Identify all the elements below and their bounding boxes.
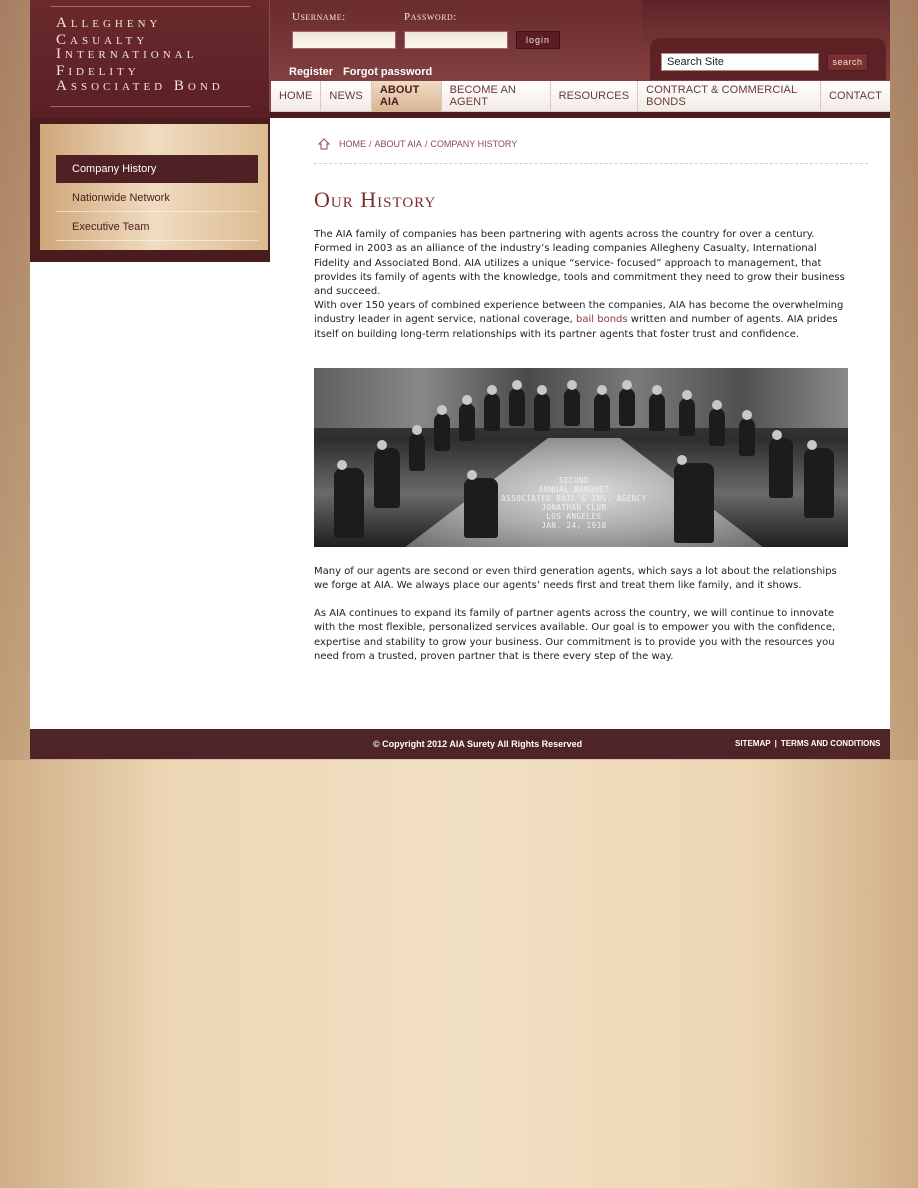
logo-line-2: International Fidelity [56,46,198,79]
photo-person [619,380,635,426]
breadcrumb-separator: / [369,139,372,149]
paragraph-generations: Many of our agents are second or even th… [314,566,837,592]
photo-person [459,395,475,441]
footer-links: SITEMAP | TERMS AND CONDITIONS [735,739,881,748]
footer-separator: | [774,739,777,748]
photo-person [769,430,793,498]
paragraph-commitment: As AIA continues to expand its family of… [314,608,836,662]
photo-person [564,380,580,426]
photo-person [679,390,695,436]
photo-wall [314,368,848,428]
user-links: Register Forgot password [289,66,432,78]
photo-person [334,460,364,538]
nav-contract-commercial-bonds[interactable]: CONTRACT & COMMERCIAL BONDS [638,80,821,112]
photo-person [804,440,834,518]
photo-person [594,385,610,431]
home-icon [318,138,330,150]
photo-person [374,440,400,508]
photo-person [484,385,500,431]
logo-divider [50,6,250,7]
paragraph-experience: With over 150 years of combined experien… [314,299,850,342]
nav-contact[interactable]: CONTACT [821,81,890,112]
photo-person [534,385,550,431]
username-label: Username: [292,11,346,23]
logo-line-1: Allegheny Casualty [56,15,162,48]
photo-person [464,470,498,538]
page-title: Our History [314,187,437,212]
photo-person [409,425,425,471]
site-header: Allegheny Casualty International Fidelit… [30,0,890,118]
photo-person [739,410,755,456]
main-nav: HOME NEWS ABOUT AIA BECOME AN AGENT RESO… [271,80,890,112]
bail-bonds-link[interactable]: bail bonds [576,314,628,325]
breadcrumb-current: COMPANY HISTORY [430,139,518,149]
sidebar-item-nationwide-network[interactable]: Nationwide Network [56,184,258,212]
password-label: Password: [404,11,457,23]
photo-person [509,380,525,426]
username-input[interactable] [292,31,396,49]
login-button[interactable]: login [516,31,560,49]
search-panel: Search Site search [650,38,886,80]
site-footer: © Copyright 2012 AIA Surety All Rights R… [30,729,890,759]
content-area: Company History Nationwide Network Execu… [30,118,890,729]
sidebar-item-executive-team[interactable]: Executive Team [56,213,258,241]
nav-news[interactable]: NEWS [321,80,372,112]
nav-become-an-agent[interactable]: BECOME AN AGENT [442,80,551,112]
logo-line-3: Associated Bond [56,78,224,94]
breadcrumb-separator: / [424,139,428,149]
breadcrumb-about[interactable]: ABOUT AIA [375,139,422,149]
photo-person [674,455,714,543]
photo-person [649,385,665,431]
title-divider [314,163,868,164]
forgot-password-link[interactable]: Forgot password [343,66,432,78]
password-input[interactable] [404,31,508,49]
banquet-photo: SECOND ANNUAL BANQUET ASSOCIATED BAIL & … [314,368,848,547]
search-input[interactable]: Search Site [661,53,819,71]
breadcrumb: HOME / ABOUT AIA / COMPANY HISTORY [318,138,517,150]
photo-caption: SECOND ANNUAL BANQUET ASSOCIATED BAIL & … [494,476,654,530]
logo-divider [50,106,250,107]
breadcrumb-home[interactable]: HOME [339,139,366,149]
photo-person [709,400,725,446]
nav-about-aia[interactable]: ABOUT AIA [371,80,442,112]
site-logo[interactable]: Allegheny Casualty International Fidelit… [30,0,270,118]
sitemap-link[interactable]: SITEMAP [735,739,771,748]
terms-link[interactable]: TERMS AND CONDITIONS [781,739,881,748]
register-link[interactable]: Register [289,66,333,78]
nav-home[interactable]: HOME [271,80,322,112]
sidebar: Company History Nationwide Network Execu… [30,118,270,262]
search-button[interactable]: search [827,53,868,71]
paragraph-intro: The AIA family of companies has been par… [314,229,845,298]
sidebar-item-company-history[interactable]: Company History [56,155,258,183]
page-wrapper: Allegheny Casualty International Fidelit… [30,0,890,759]
nav-resources[interactable]: RESOURCES [551,80,639,112]
footer-copyright: © Copyright 2012 AIA Surety All Rights R… [373,739,583,749]
photo-person [434,405,450,451]
photo-caption-text: SECOND ANNUAL BANQUET ASSOCIATED BAIL & … [501,476,647,530]
